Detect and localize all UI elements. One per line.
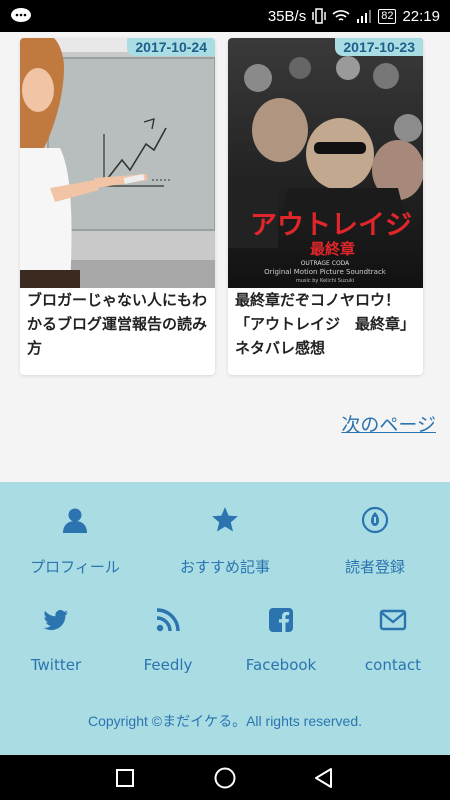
person-icon bbox=[63, 508, 87, 533]
back-button[interactable] bbox=[313, 767, 335, 789]
recents-button[interactable] bbox=[115, 768, 135, 788]
network-speed: 35B/s bbox=[267, 7, 307, 25]
article-thumbnail-2[interactable]: アウトレイジ 最終章 OUTRAGE CODA Original Motion … bbox=[228, 38, 423, 288]
footer-link-facebook[interactable]: Facebook bbox=[225, 606, 337, 674]
footer-label: Feedly bbox=[143, 656, 193, 674]
wifi-icon bbox=[332, 10, 350, 21]
site-footer: プロフィール おすすめ記事 読者登録 Twitter Feedly Facebo… bbox=[0, 482, 450, 755]
vibrate-icon bbox=[312, 8, 326, 24]
poster-title: アウトレイジ bbox=[250, 210, 412, 241]
status-bar: 35B/s 82 22:19 bbox=[0, 0, 450, 32]
post-date-badge: 2017-10-23 bbox=[335, 38, 423, 56]
home-button[interactable] bbox=[213, 766, 237, 790]
poster-soundtrack: Original Motion Picture Soundtrack bbox=[264, 268, 387, 276]
footer-label: プロフィール bbox=[30, 558, 120, 576]
poster-en: OUTRAGE CODA bbox=[301, 260, 350, 267]
footer-link-contact[interactable]: contact bbox=[337, 606, 449, 674]
footer-link-twitter[interactable]: Twitter bbox=[0, 606, 112, 674]
footer-label: Facebook bbox=[245, 656, 317, 674]
footer-link-profile[interactable]: プロフィール bbox=[19, 506, 131, 577]
footer-link-feedly[interactable]: Feedly bbox=[112, 606, 224, 674]
twitter-icon bbox=[43, 609, 68, 631]
subscribe-icon bbox=[361, 506, 389, 534]
chat-notification-icon bbox=[11, 8, 31, 22]
copyright: Copyright ©まだイケる。All rights reserved. bbox=[87, 713, 363, 729]
footer-label: おすすめ記事 bbox=[179, 558, 270, 576]
article-title-2[interactable]: 最終章だぞコノヤロウ！「アウトレイジ 最終章」ネタバレ感想 bbox=[235, 288, 419, 360]
star-icon bbox=[212, 507, 238, 532]
article-title-1[interactable]: ブロガーじゃない人にもわかるブログ運営報告の読み方 bbox=[27, 288, 211, 360]
poster-subtitle: 最終章 bbox=[310, 240, 355, 258]
footer-label: contact bbox=[364, 656, 422, 674]
facebook-icon bbox=[269, 608, 293, 632]
next-page-link[interactable]: 次のページ bbox=[341, 410, 436, 437]
post-date-badge: 2017-10-24 bbox=[127, 38, 215, 56]
footer-link-subscribe[interactable]: 読者登録 bbox=[319, 506, 431, 577]
footer-label: 読者登録 bbox=[344, 558, 405, 576]
navigation-bar bbox=[0, 755, 450, 800]
article-thumbnail-1[interactable]: 2017-10-24 bbox=[20, 38, 215, 288]
article-card-1[interactable]: 2017-10-24 ブロガーじゃない人にもわかるブログ運営報告の読み方 bbox=[20, 38, 215, 375]
mail-icon bbox=[379, 609, 407, 631]
clock: 22:19 bbox=[402, 7, 440, 25]
signal-icon bbox=[357, 10, 372, 23]
battery-indicator: 82 bbox=[378, 8, 397, 24]
footer-link-recommended[interactable]: おすすめ記事 bbox=[169, 506, 281, 577]
rss-icon bbox=[156, 608, 180, 632]
footer-label: Twitter bbox=[30, 656, 82, 674]
article-card-2[interactable]: アウトレイジ 最終章 OUTRAGE CODA Original Motion … bbox=[228, 38, 423, 375]
poster-music: music by Keiichi Suzuki bbox=[296, 278, 354, 284]
